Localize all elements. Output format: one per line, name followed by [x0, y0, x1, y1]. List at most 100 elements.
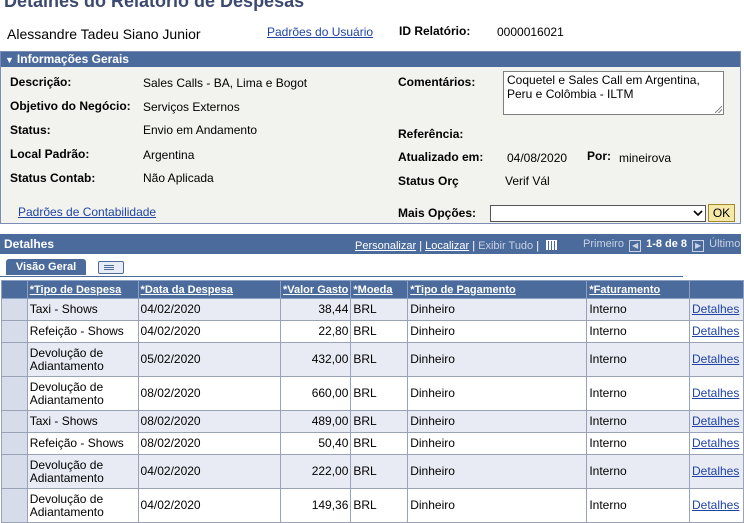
- general-info-title: Informações Gerais: [16, 52, 129, 66]
- employee-name: Alessandre Tadeu Siano Junior: [7, 26, 201, 42]
- details-link[interactable]: Detalhes: [688, 432, 744, 455]
- report-id-label: ID Relatório:: [399, 24, 471, 38]
- more-options-label: Mais Opções:: [398, 206, 477, 220]
- payment-type-cell: Dinheiro: [407, 342, 588, 377]
- expense-date-cell: 04/02/2020: [137, 488, 281, 523]
- next-arrow-icon[interactable]: ▶: [692, 240, 705, 252]
- updated-by-label: Por:: [587, 149, 611, 163]
- amount-cell: 50,40: [279, 432, 352, 455]
- find-link[interactable]: Localizar: [425, 240, 469, 252]
- table-header-row: *Tipo de Despesa *Data da Despesa *Valor…: [1, 280, 744, 299]
- more-options-select[interactable]: [490, 205, 706, 222]
- details-link[interactable]: Detalhes: [688, 376, 744, 411]
- details-link[interactable]: Detalhes: [688, 410, 744, 433]
- details-link[interactable]: Detalhes: [688, 320, 744, 343]
- business-purpose-label: Objetivo do Negócio:: [10, 99, 131, 113]
- report-id-value: 0000016021: [497, 25, 564, 39]
- view-all-link[interactable]: Exibir Tudo: [478, 240, 533, 252]
- expense-date-cell: 04/02/2020: [137, 320, 281, 343]
- details-link[interactable]: Detalhes: [688, 342, 744, 377]
- row-select-cell[interactable]: [1, 410, 28, 433]
- currency-cell: BRL: [350, 320, 409, 343]
- column-header-expense-date[interactable]: *Data da Despesa: [137, 280, 281, 299]
- first-label[interactable]: Primeiro: [583, 238, 624, 250]
- expense-type-cell: Devolução de Adiantamento: [26, 488, 139, 523]
- spreadsheet-icon[interactable]: [546, 240, 558, 250]
- range-label: 1-8 de 8: [646, 238, 688, 250]
- billing-cell: Interno: [586, 454, 690, 489]
- row-select-cell[interactable]: [1, 488, 28, 523]
- row-select-cell[interactable]: [1, 432, 28, 455]
- comments-text: Coquetel e Sales Call em Argentina, Peru…: [507, 73, 700, 101]
- collapse-triangle-icon[interactable]: ▼: [5, 55, 14, 65]
- details-header: Detalhes Personalizar | Localizar | Exib…: [0, 234, 741, 254]
- general-info-header[interactable]: ▼ Informações Gerais: [1, 52, 740, 67]
- currency-cell: BRL: [350, 298, 409, 321]
- billing-cell: Interno: [586, 488, 690, 523]
- table-row: Refeição - Shows 08/02/2020 50,40 BRL Dinhei…: [1, 432, 744, 455]
- default-location-value: Argentina: [143, 148, 195, 162]
- expense-lines-table: *Tipo de Despesa *Data da Despesa *Valor…: [1, 280, 744, 523]
- show-all-columns-icon[interactable]: [98, 261, 124, 274]
- accounting-status-label: Status Contab:: [10, 171, 96, 185]
- prev-arrow-icon[interactable]: ◀: [629, 240, 642, 252]
- row-select-cell[interactable]: [1, 298, 28, 321]
- amount-cell: 660,00: [279, 376, 352, 411]
- currency-cell: BRL: [350, 488, 409, 523]
- detail-column-header: [688, 280, 744, 299]
- last-label[interactable]: Último: [709, 238, 740, 250]
- personalize-link[interactable]: Personalizar: [355, 240, 416, 252]
- budget-status-value: Verif Vál: [505, 174, 550, 188]
- updated-label: Atualizado em:: [398, 150, 484, 164]
- currency-cell: BRL: [350, 432, 409, 455]
- amount-cell: 149,36: [279, 488, 352, 523]
- expense-date-cell: 08/02/2020: [137, 432, 281, 455]
- amount-cell: 22,80: [279, 320, 352, 343]
- expense-date-cell: 08/02/2020: [137, 376, 281, 411]
- details-link[interactable]: Detalhes: [688, 488, 744, 523]
- billing-cell: Interno: [586, 298, 690, 321]
- accounting-status-value: Não Aplicada: [143, 171, 214, 185]
- comments-field[interactable]: Coquetel e Sales Call em Argentina, Peru…: [503, 71, 724, 115]
- ok-button[interactable]: OK: [708, 204, 735, 222]
- payment-type-cell: Dinheiro: [407, 320, 588, 343]
- billing-cell: Interno: [586, 320, 690, 343]
- column-header-expense-type[interactable]: *Tipo de Despesa: [26, 280, 139, 299]
- expense-date-cell: 05/02/2020: [137, 342, 281, 377]
- updated-date: 04/08/2020: [507, 151, 568, 165]
- select-column-header: [1, 280, 28, 299]
- column-header-payment-type[interactable]: *Tipo de Pagamento: [407, 280, 588, 299]
- tab-strip: Visão Geral: [0, 258, 683, 277]
- table-row: Devolução de Adiantamento 05/02/2020 432,0…: [1, 342, 744, 377]
- updated-by-value: mineirova: [619, 151, 672, 165]
- amount-cell: 432,00: [279, 342, 352, 377]
- row-select-cell[interactable]: [1, 454, 28, 489]
- user-defaults-link[interactable]: Padrões do Usuário: [267, 25, 373, 39]
- expense-date-cell: 04/02/2020: [137, 298, 281, 321]
- column-header-billing[interactable]: *Faturamento: [586, 280, 690, 299]
- table-row: Taxi - Shows 08/02/2020 489,00 BRL Dinheiro I…: [1, 410, 744, 433]
- currency-cell: BRL: [350, 454, 409, 489]
- column-header-currency[interactable]: *Moeda: [350, 280, 409, 299]
- resize-grip-icon[interactable]: [715, 106, 722, 113]
- accounting-defaults-link[interactable]: Padrões de Contabilidade: [18, 205, 156, 219]
- currency-cell: BRL: [350, 410, 409, 433]
- billing-cell: Interno: [586, 432, 690, 455]
- expense-type-cell: Taxi - Shows: [26, 298, 139, 321]
- billing-cell: Interno: [586, 376, 690, 411]
- default-location-label: Local Padrão:: [10, 147, 90, 161]
- row-select-cell[interactable]: [1, 376, 28, 411]
- row-select-cell[interactable]: [1, 342, 28, 377]
- details-link[interactable]: Detalhes: [688, 298, 744, 321]
- details-link[interactable]: Detalhes: [688, 454, 744, 489]
- expense-type-cell: Devolução de Adiantamento: [26, 376, 139, 411]
- billing-cell: Interno: [586, 410, 690, 433]
- page-title: Detalhes do Relatório de Despesas: [4, 0, 305, 11]
- column-header-amount[interactable]: *Valor Gasto: [279, 280, 352, 299]
- table-row: Devolução de Adiantamento 08/02/2020 660,0…: [1, 376, 744, 411]
- payment-type-cell: Dinheiro: [407, 488, 588, 523]
- tab-general-view[interactable]: Visão Geral: [6, 259, 86, 275]
- details-toolbar: Personalizar | Localizar | Exibir Tudo |: [355, 240, 558, 252]
- business-purpose-value: Serviços Externos: [143, 100, 240, 114]
- row-select-cell[interactable]: [1, 320, 28, 343]
